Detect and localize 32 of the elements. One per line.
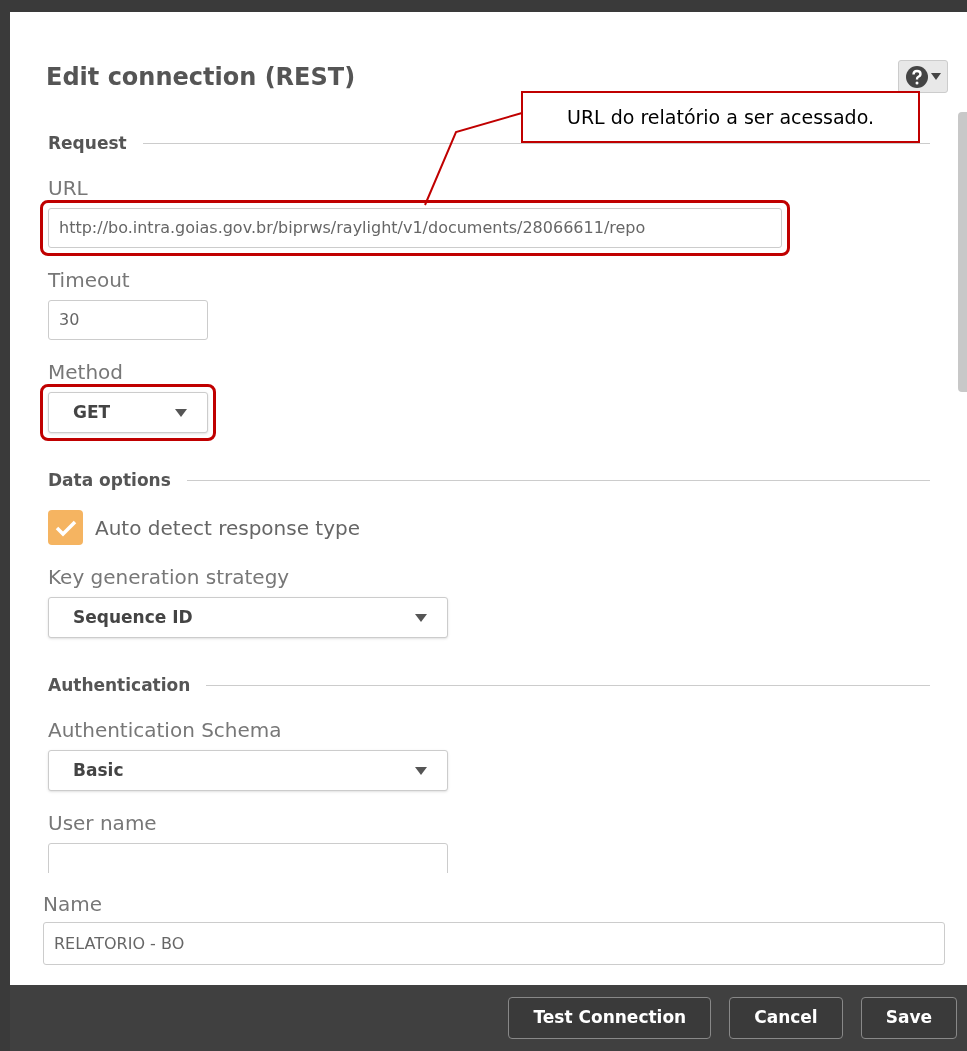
- dropdown[interactable]: GET: [48, 392, 208, 433]
- field-label: User name: [48, 811, 158, 835]
- field-label: Authentication Schema: [48, 718, 283, 742]
- footer-button[interactable]: Cancel: [729, 997, 843, 1039]
- input-field[interactable]: 30: [48, 300, 208, 340]
- caret-icon: [415, 766, 427, 775]
- section-heading: Request: [48, 133, 127, 153]
- field-label: Timeout: [48, 268, 131, 292]
- callout-box: URL do relatório a ser acessado.: [521, 91, 920, 143]
- input-field[interactable]: [48, 843, 448, 873]
- help-icon: [905, 65, 928, 88]
- section-heading: Authentication: [48, 675, 191, 695]
- section-heading: Data options: [48, 470, 171, 490]
- checkbox[interactable]: [48, 510, 83, 545]
- dialog-title: Edit connection (REST): [46, 62, 356, 92]
- help-button[interactable]: [898, 60, 948, 93]
- input-field[interactable]: RELATORIO - BO: [43, 922, 945, 965]
- field-label: URL: [48, 176, 89, 200]
- input-field[interactable]: http://bo.intra.goias.gov.br/biprws/raylight/v1/documents/28066611/repo: [48, 208, 782, 248]
- check-icon: [54, 518, 77, 537]
- scrollbar-thumb[interactable]: [958, 112, 967, 392]
- field-label: Method: [48, 360, 124, 384]
- caret-icon: [415, 613, 427, 622]
- footer-button[interactable]: Test Connection: [508, 997, 712, 1039]
- caret-icon: [930, 73, 941, 80]
- caret-icon: [175, 408, 187, 417]
- dropdown[interactable]: Basic: [48, 750, 448, 791]
- checkbox-label: Auto detect response type: [95, 514, 360, 542]
- dropdown[interactable]: Sequence ID: [48, 597, 448, 638]
- footer-button[interactable]: Save: [860, 997, 957, 1039]
- field-label: Key generation strategy: [48, 565, 291, 589]
- field-label: Name: [43, 892, 103, 916]
